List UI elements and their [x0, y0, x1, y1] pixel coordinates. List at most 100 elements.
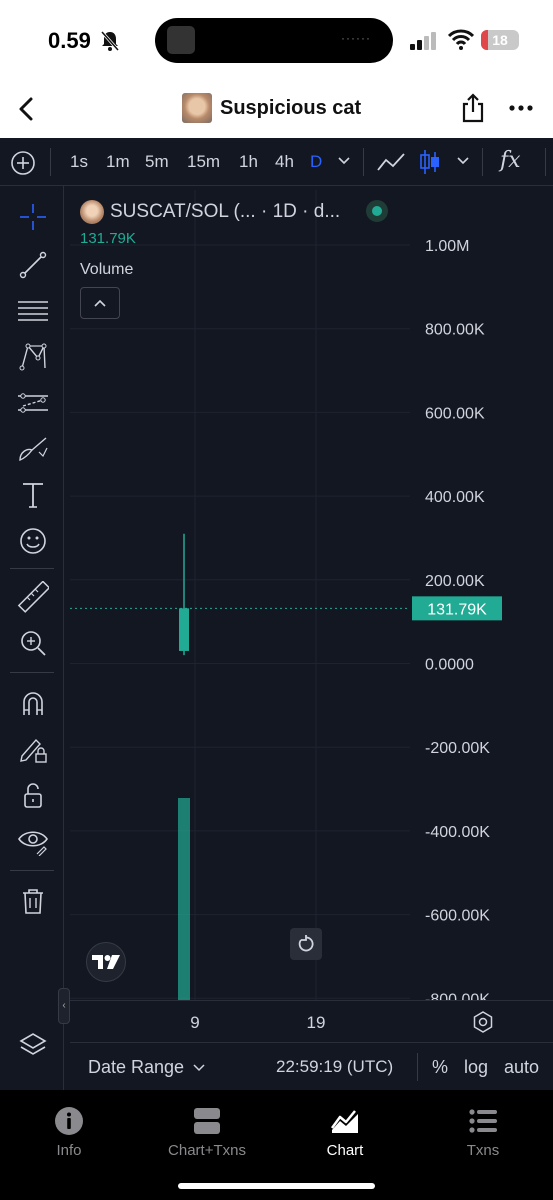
timeframe-d[interactable]: D — [310, 152, 322, 172]
tab-chart[interactable]: Chart — [290, 1106, 400, 1159]
ruler-tool[interactable] — [16, 580, 50, 614]
prediction-tool[interactable] — [16, 386, 50, 420]
crosshair-icon — [20, 204, 46, 230]
timeframe-15m[interactable]: 15m — [187, 152, 220, 172]
brush-tool[interactable] — [16, 432, 50, 466]
log-toggle[interactable]: log — [464, 1057, 488, 1078]
lock-drawing-icon — [20, 738, 47, 763]
timeframe-5m[interactable]: 5m — [145, 152, 169, 172]
zoom-in-icon — [21, 631, 46, 656]
emoji-tool[interactable] — [16, 524, 50, 558]
text-tool[interactable] — [16, 478, 50, 512]
tool-divider — [10, 568, 54, 569]
unlock-tool[interactable] — [16, 778, 50, 812]
timeframe-1m[interactable]: 1m — [106, 152, 130, 172]
legend-symbol-row[interactable]: SUSCAT/SOL (... · 1D · d... — [80, 200, 340, 224]
price-axis-label: 800.00K — [425, 322, 485, 339]
crosshair-tool[interactable] — [16, 200, 50, 234]
bell-off-icon — [100, 31, 120, 51]
volume-label: Volume — [80, 261, 134, 278]
timeframe-chevron-down-icon[interactable] — [337, 156, 351, 166]
list-icon — [469, 1109, 497, 1133]
tab-chart-label: Chart — [326, 1142, 364, 1159]
back-chevron-icon[interactable] — [14, 95, 40, 123]
utc-clock[interactable]: 22:59:19 (UTC) — [276, 1057, 393, 1077]
chart-bottom-bar: Date Range 22:59:19 (UTC) % log auto — [70, 1042, 553, 1090]
fib-tool[interactable] — [16, 294, 50, 328]
lock-drawings-tool[interactable] — [16, 732, 50, 766]
timeframe-1s[interactable]: 1s — [70, 152, 88, 172]
time-tick-label: 19 — [306, 1013, 326, 1032]
timeframe-4h[interactable]: 4h — [275, 152, 294, 172]
page-title: Suspicious cat — [220, 96, 362, 119]
price-axis-label: -600.00K — [425, 908, 490, 925]
object-tree-tool[interactable] — [16, 1028, 50, 1062]
brush-icon — [19, 437, 48, 462]
chart-txns-icon — [194, 1108, 220, 1134]
toolbar-divider — [363, 148, 364, 176]
status-bar: 0.59 ······ 18 — [0, 0, 553, 80]
chart-toolbar: 1s 1m 5m 15m 1h 4h D fx — [0, 138, 553, 186]
delete-tool[interactable] — [16, 884, 50, 918]
candle-body — [179, 608, 189, 651]
price-axis-label: -400.00K — [425, 824, 490, 841]
visibility-tool[interactable] — [16, 824, 50, 858]
timeframe-1h[interactable]: 1h — [239, 152, 258, 172]
tab-info[interactable]: Info — [14, 1106, 124, 1159]
tradingview-logo[interactable] — [86, 942, 126, 982]
tool-divider — [10, 870, 54, 871]
layers-icon — [19, 1033, 47, 1055]
magnet-icon — [23, 692, 43, 715]
chart-settings-icon[interactable] — [471, 1010, 495, 1034]
ruler-icon — [17, 581, 49, 613]
more-options-icon[interactable] — [509, 95, 533, 121]
chart-app: 1s 1m 5m 15m 1h 4h D fx ‹ 1.00M 800.00K … — [0, 138, 553, 1090]
reset-chart-button[interactable] — [290, 928, 322, 960]
wifi-icon — [448, 29, 474, 50]
tab-txns[interactable]: Txns — [428, 1106, 538, 1159]
tab-txns-label: Txns — [466, 1142, 500, 1159]
zoom-in-tool[interactable] — [16, 626, 50, 660]
add-symbol-icon[interactable] — [10, 150, 36, 176]
chart-type-chevron-down-icon[interactable] — [456, 156, 470, 166]
percent-toggle[interactable]: % — [432, 1057, 448, 1078]
trend-line-tool[interactable] — [16, 248, 50, 282]
line-chart-icon[interactable] — [376, 150, 406, 174]
time-axis[interactable]: 9 19 — [70, 1000, 553, 1042]
bottom-bar-divider — [417, 1053, 418, 1081]
collapse-toolbar-handle[interactable]: ‹ — [58, 988, 70, 1024]
legend-value: 131.79K — [80, 230, 136, 247]
auto-toggle[interactable]: auto — [504, 1057, 539, 1078]
token-icon — [80, 200, 104, 224]
text-icon — [23, 483, 43, 508]
unlock-icon — [24, 783, 42, 808]
toolbar-divider — [50, 148, 51, 176]
token-avatar — [182, 93, 212, 123]
toolbar-divider — [482, 148, 483, 176]
nav-header: Suspicious cat — [0, 80, 553, 138]
candlestick-icon[interactable] — [418, 148, 442, 176]
tab-chart-txns-label: Chart+Txns — [168, 1142, 246, 1159]
pattern-tool[interactable] — [16, 340, 50, 374]
info-icon — [55, 1107, 83, 1135]
tab-chart-txns[interactable]: Chart+Txns — [152, 1106, 262, 1159]
price-axis-label: 1.00M — [425, 238, 469, 255]
waveform-icon: ······ — [341, 31, 371, 45]
indicators-icon[interactable]: fx — [500, 148, 521, 173]
chart-pane[interactable]: 1.00M 800.00K 600.00K 400.00K 200.00K 0.0000 -… — [70, 190, 553, 1000]
tool-divider — [10, 672, 54, 673]
share-icon[interactable] — [460, 93, 486, 123]
token-title: Suspicious cat — [182, 93, 361, 123]
last-price-label: 131.79K — [427, 601, 487, 618]
price-axis-label: 400.00K — [425, 489, 485, 506]
date-range-dropdown[interactable]: Date Range — [88, 1057, 205, 1078]
chevron-up-icon — [94, 299, 106, 307]
price-axis-label: 600.00K — [425, 405, 485, 422]
legend-collapse-button[interactable] — [80, 287, 120, 319]
date-range-label: Date Range — [88, 1057, 185, 1077]
dynamic-island: ······ — [155, 18, 393, 63]
fib-retracement-icon — [18, 301, 48, 321]
now-playing-thumbnail — [167, 26, 195, 54]
toolbar-divider — [545, 148, 546, 176]
magnet-tool[interactable] — [16, 686, 50, 720]
